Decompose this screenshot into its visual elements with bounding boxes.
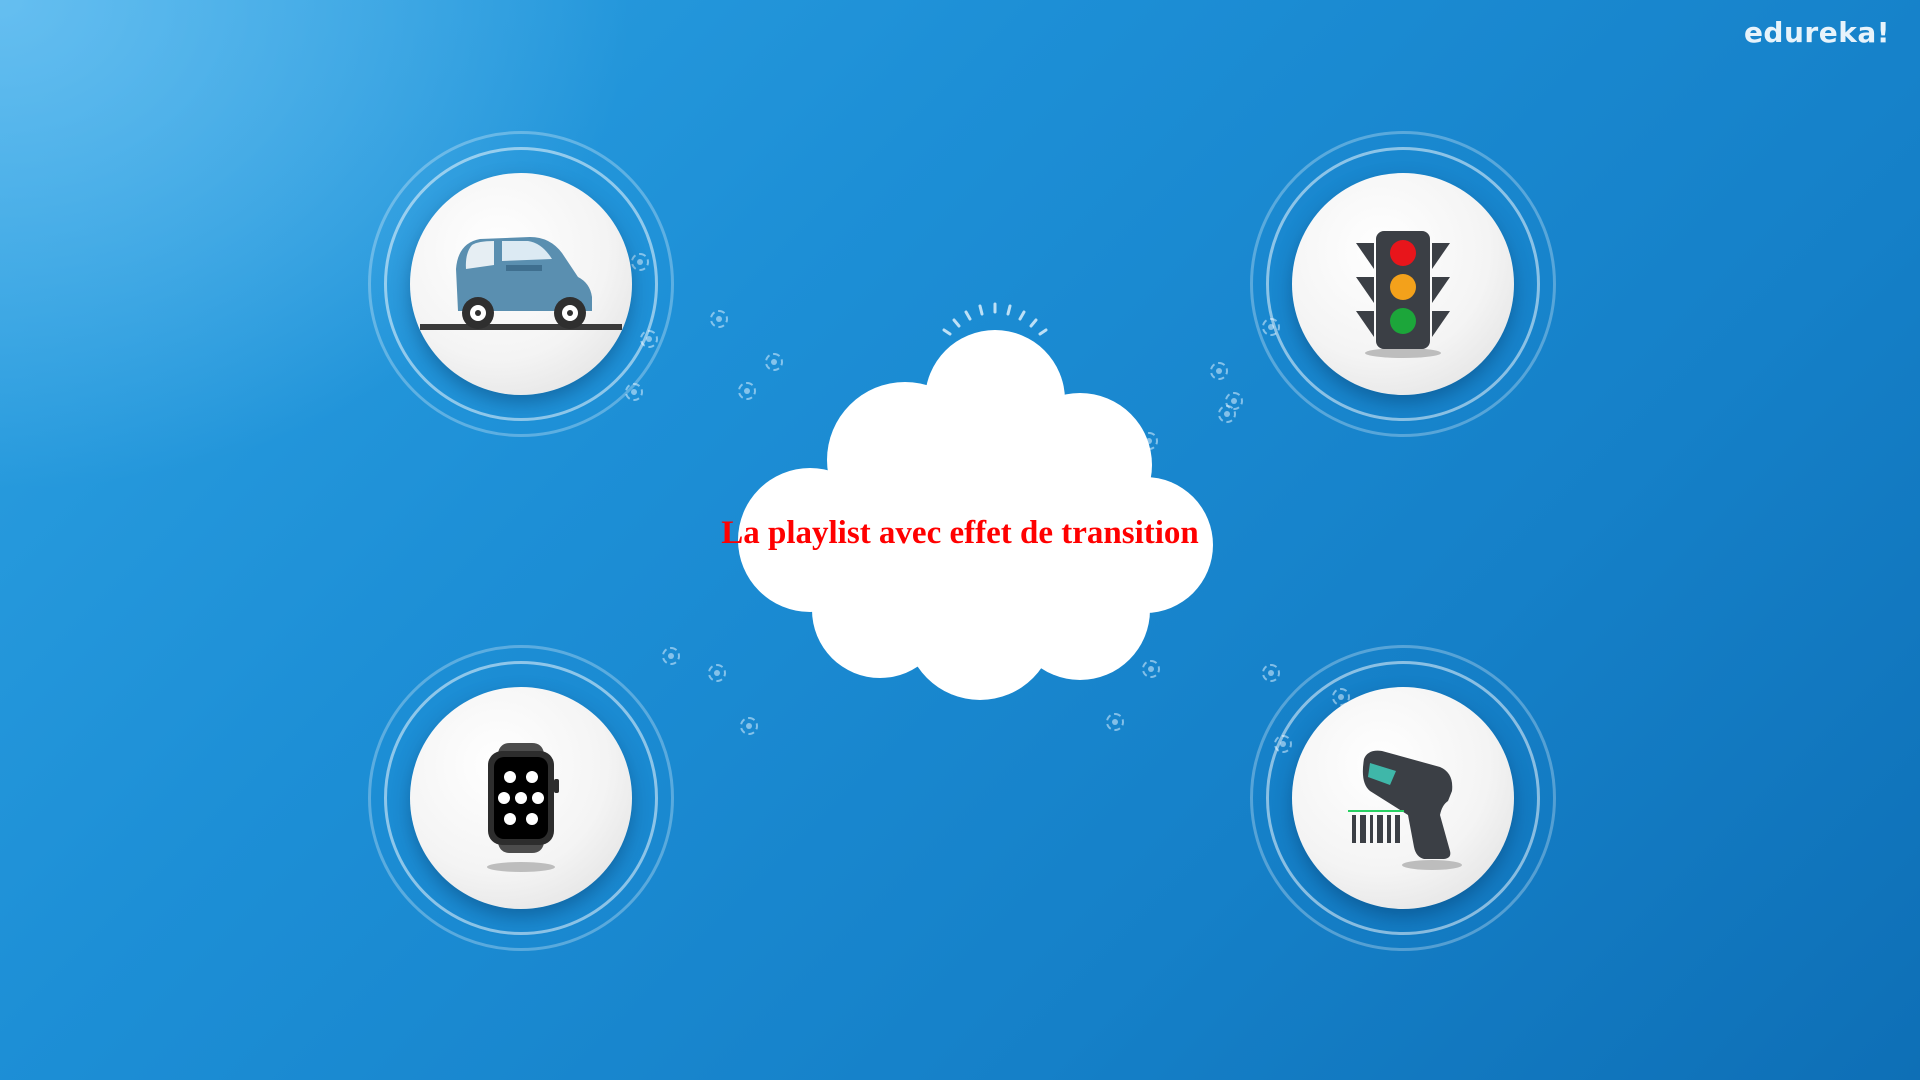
center-caption: La playlist avec effet de transition: [721, 515, 1199, 551]
orb-disc: [410, 687, 632, 909]
traffic-light-orb[interactable]: [1250, 131, 1556, 437]
smartwatch-orb[interactable]: [368, 645, 674, 951]
brand-logo: edureka!: [1743, 16, 1890, 49]
orb-disc: [1292, 173, 1514, 395]
car-icon: [420, 237, 622, 330]
center-cloud: [690, 290, 1230, 730]
orb-disc: [410, 173, 632, 395]
cloud-icon: [738, 302, 1213, 700]
orb-disc: [1292, 687, 1514, 909]
traffic-light-icon: [1356, 231, 1450, 358]
barcode-scanner-orb[interactable]: [1250, 645, 1556, 951]
barcode-scanner-icon: [1348, 750, 1462, 870]
smartwatch-icon: [487, 743, 559, 872]
car-orb[interactable]: [368, 131, 674, 437]
